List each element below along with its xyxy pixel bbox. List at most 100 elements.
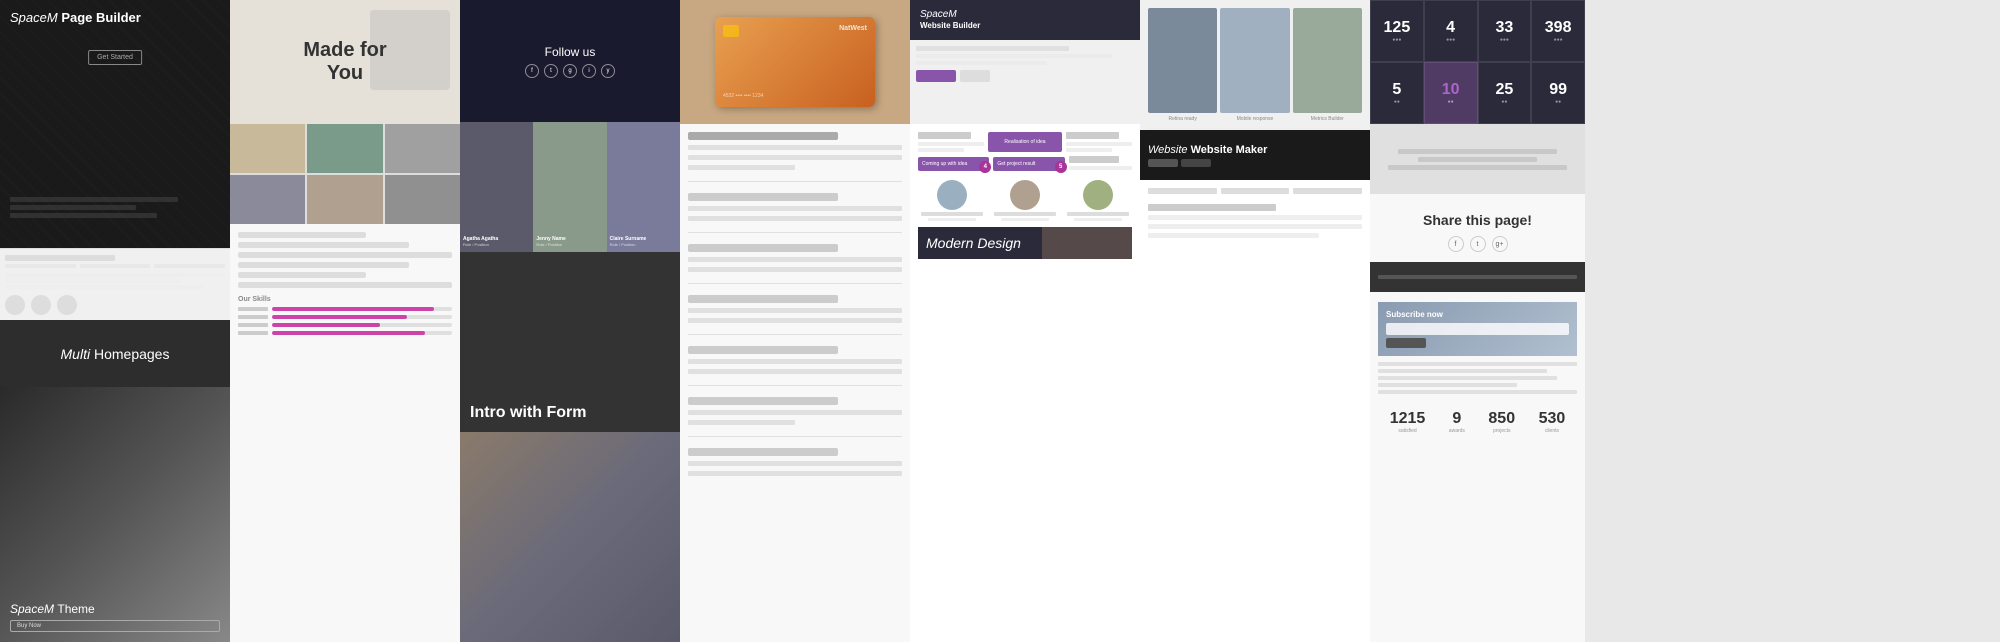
team-item-1 [918,180,987,221]
team-role-2: Role / Position [536,242,603,247]
subscribe-btn[interactable] [1386,338,1426,348]
stats-grid-cell: 125 ●●● 4 ●●● 33 ●●● 398 ●●● 5 [1370,0,1585,124]
step-1-line-r2 [1066,148,1112,152]
spacem-theme-title: SpaceM Theme [10,602,220,616]
skill-bar-html [238,307,452,311]
big-stat-850: 850 projects [1488,410,1515,434]
webmaker-btns [1148,159,1362,167]
skill-bar-html-label [238,307,268,311]
skill-bar-js-track [272,323,452,327]
divider-4 [688,334,902,335]
stat-label-398: ●●● [1554,37,1563,43]
follow-us-cell: Follow us f t g i y [460,0,680,122]
dark-bar-line [1378,275,1577,279]
section-heading-3 [688,244,838,252]
body-line-2 [688,155,902,160]
tab-1[interactable] [1148,188,1217,194]
column-2: Made forYou Our Skills [230,0,460,642]
get-started-btn[interactable]: Get Started [88,50,142,65]
subscribe-input[interactable] [1386,323,1569,335]
body-text-3 [1378,376,1557,380]
body-line-10 [688,359,902,364]
skill-bar-html-track [272,307,452,311]
body-line-5 [688,216,902,221]
section-heading-5 [688,346,838,354]
website-maker-title: Website Website Maker [1148,144,1362,156]
multi-homepages-cell: Multi Homepages [0,320,230,387]
facebook-icon[interactable]: f [525,64,539,78]
team-role-line-1 [928,218,976,221]
stat-label-33: ●●● [1500,37,1509,43]
subscribe-title: Subscribe now [1386,310,1569,319]
google-icon[interactable]: g [563,64,577,78]
body-text-5 [1378,390,1577,394]
team-caption-1: Agatha Agatha Role / Position [463,236,530,247]
tab-3[interactable] [1293,188,1362,194]
buy-now-btn[interactable]: Buy Now [10,620,220,632]
photo-thumb-1 [230,124,305,173]
stat-num-10: 10 [1442,81,1460,99]
team-name-line-1 [921,212,983,216]
stat-398: 398 ●●● [1531,0,1585,62]
share-facebook-icon[interactable]: f [1448,236,1464,252]
photo-thumb-col1 [1148,8,1217,113]
share-google-icon[interactable]: g+ [1492,236,1508,252]
gray-block [1370,124,1585,194]
stat-5: 5 ●● [1370,62,1424,124]
stat-label-5: ●● [1394,99,1400,105]
webmaker-content [1148,188,1362,238]
content-line-3 [1148,233,1319,238]
text-sections [688,132,902,476]
tab-2[interactable] [1221,188,1290,194]
share-icons-row: f t g+ [1378,236,1577,252]
stat-4: 4 ●●● [1424,0,1478,62]
photo-thumb-5 [307,175,382,224]
gray-line-2 [1418,157,1537,162]
share-section: Share this page! f t g+ [1378,202,1577,262]
mock-line-4 [238,262,409,268]
big-stat-num-9: 9 [1449,410,1465,428]
team-caption-3: Claire Surname Role / Position [610,236,677,247]
twitter-icon[interactable]: t [544,64,558,78]
column-4: 4532 •••• •••• 1234 [680,0,910,642]
column-7: 125 ●●● 4 ●●● 33 ●●● 398 ●●● 5 [1370,0,1585,642]
stat-num-33: 33 [1495,19,1513,37]
photo-label-metrics: Metrics Builder [1293,116,1362,122]
body-line-14 [688,461,902,466]
skill-bar-php-label [238,331,268,335]
team-row [918,180,1132,221]
stat-num-99: 99 [1549,81,1567,99]
stat-label-10: ●● [1448,99,1454,105]
photo-col-1: Retina ready [1148,8,1217,122]
form-intro-cell: Intro with Form [460,252,680,432]
skill-bars: Our Skills [238,296,452,335]
content-heading [1148,204,1276,211]
section-heading-1 [688,132,838,140]
skill-bar-css [238,315,452,319]
webmaker-btn-2[interactable] [1181,159,1211,167]
instagram-icon[interactable]: i [582,64,596,78]
skill-bar-php-fill [272,331,425,335]
skill-bar-js-fill [272,323,380,327]
team-cell: Agatha Agatha Role / Position Jenny Name… [460,122,680,252]
photo-thumb-3 [385,124,460,173]
photo-grid-row: Retina ready Mobile response Metrics Bui… [1148,8,1362,122]
youtube-icon[interactable]: y [601,64,615,78]
stat-33: 33 ●●● [1478,0,1532,62]
webmaker-btn-1[interactable] [1148,159,1178,167]
skill-bar-js [238,323,452,327]
spacem-logo: SpaceMWebsite Builder [920,9,980,31]
form-intro-title: Intro with Form [470,404,586,422]
photo-label-retina: Retina ready [1148,116,1217,122]
gallery: SpaceM Page Builder Get Started [0,0,2000,642]
big-stat-9: 9 awards [1449,410,1465,434]
team-photo-row: Agatha Agatha Role / Position Jenny Name… [460,122,680,252]
body-line-12 [688,410,902,415]
body-text-1 [1378,362,1577,366]
body-line-15 [688,471,902,476]
share-twitter-icon[interactable]: t [1470,236,1486,252]
text-sections-cell [680,124,910,642]
modern-design-section: Modern Design [918,227,1132,259]
team-caption-2: Jenny Name Role / Position [536,236,603,247]
section-heading-6 [688,397,838,405]
